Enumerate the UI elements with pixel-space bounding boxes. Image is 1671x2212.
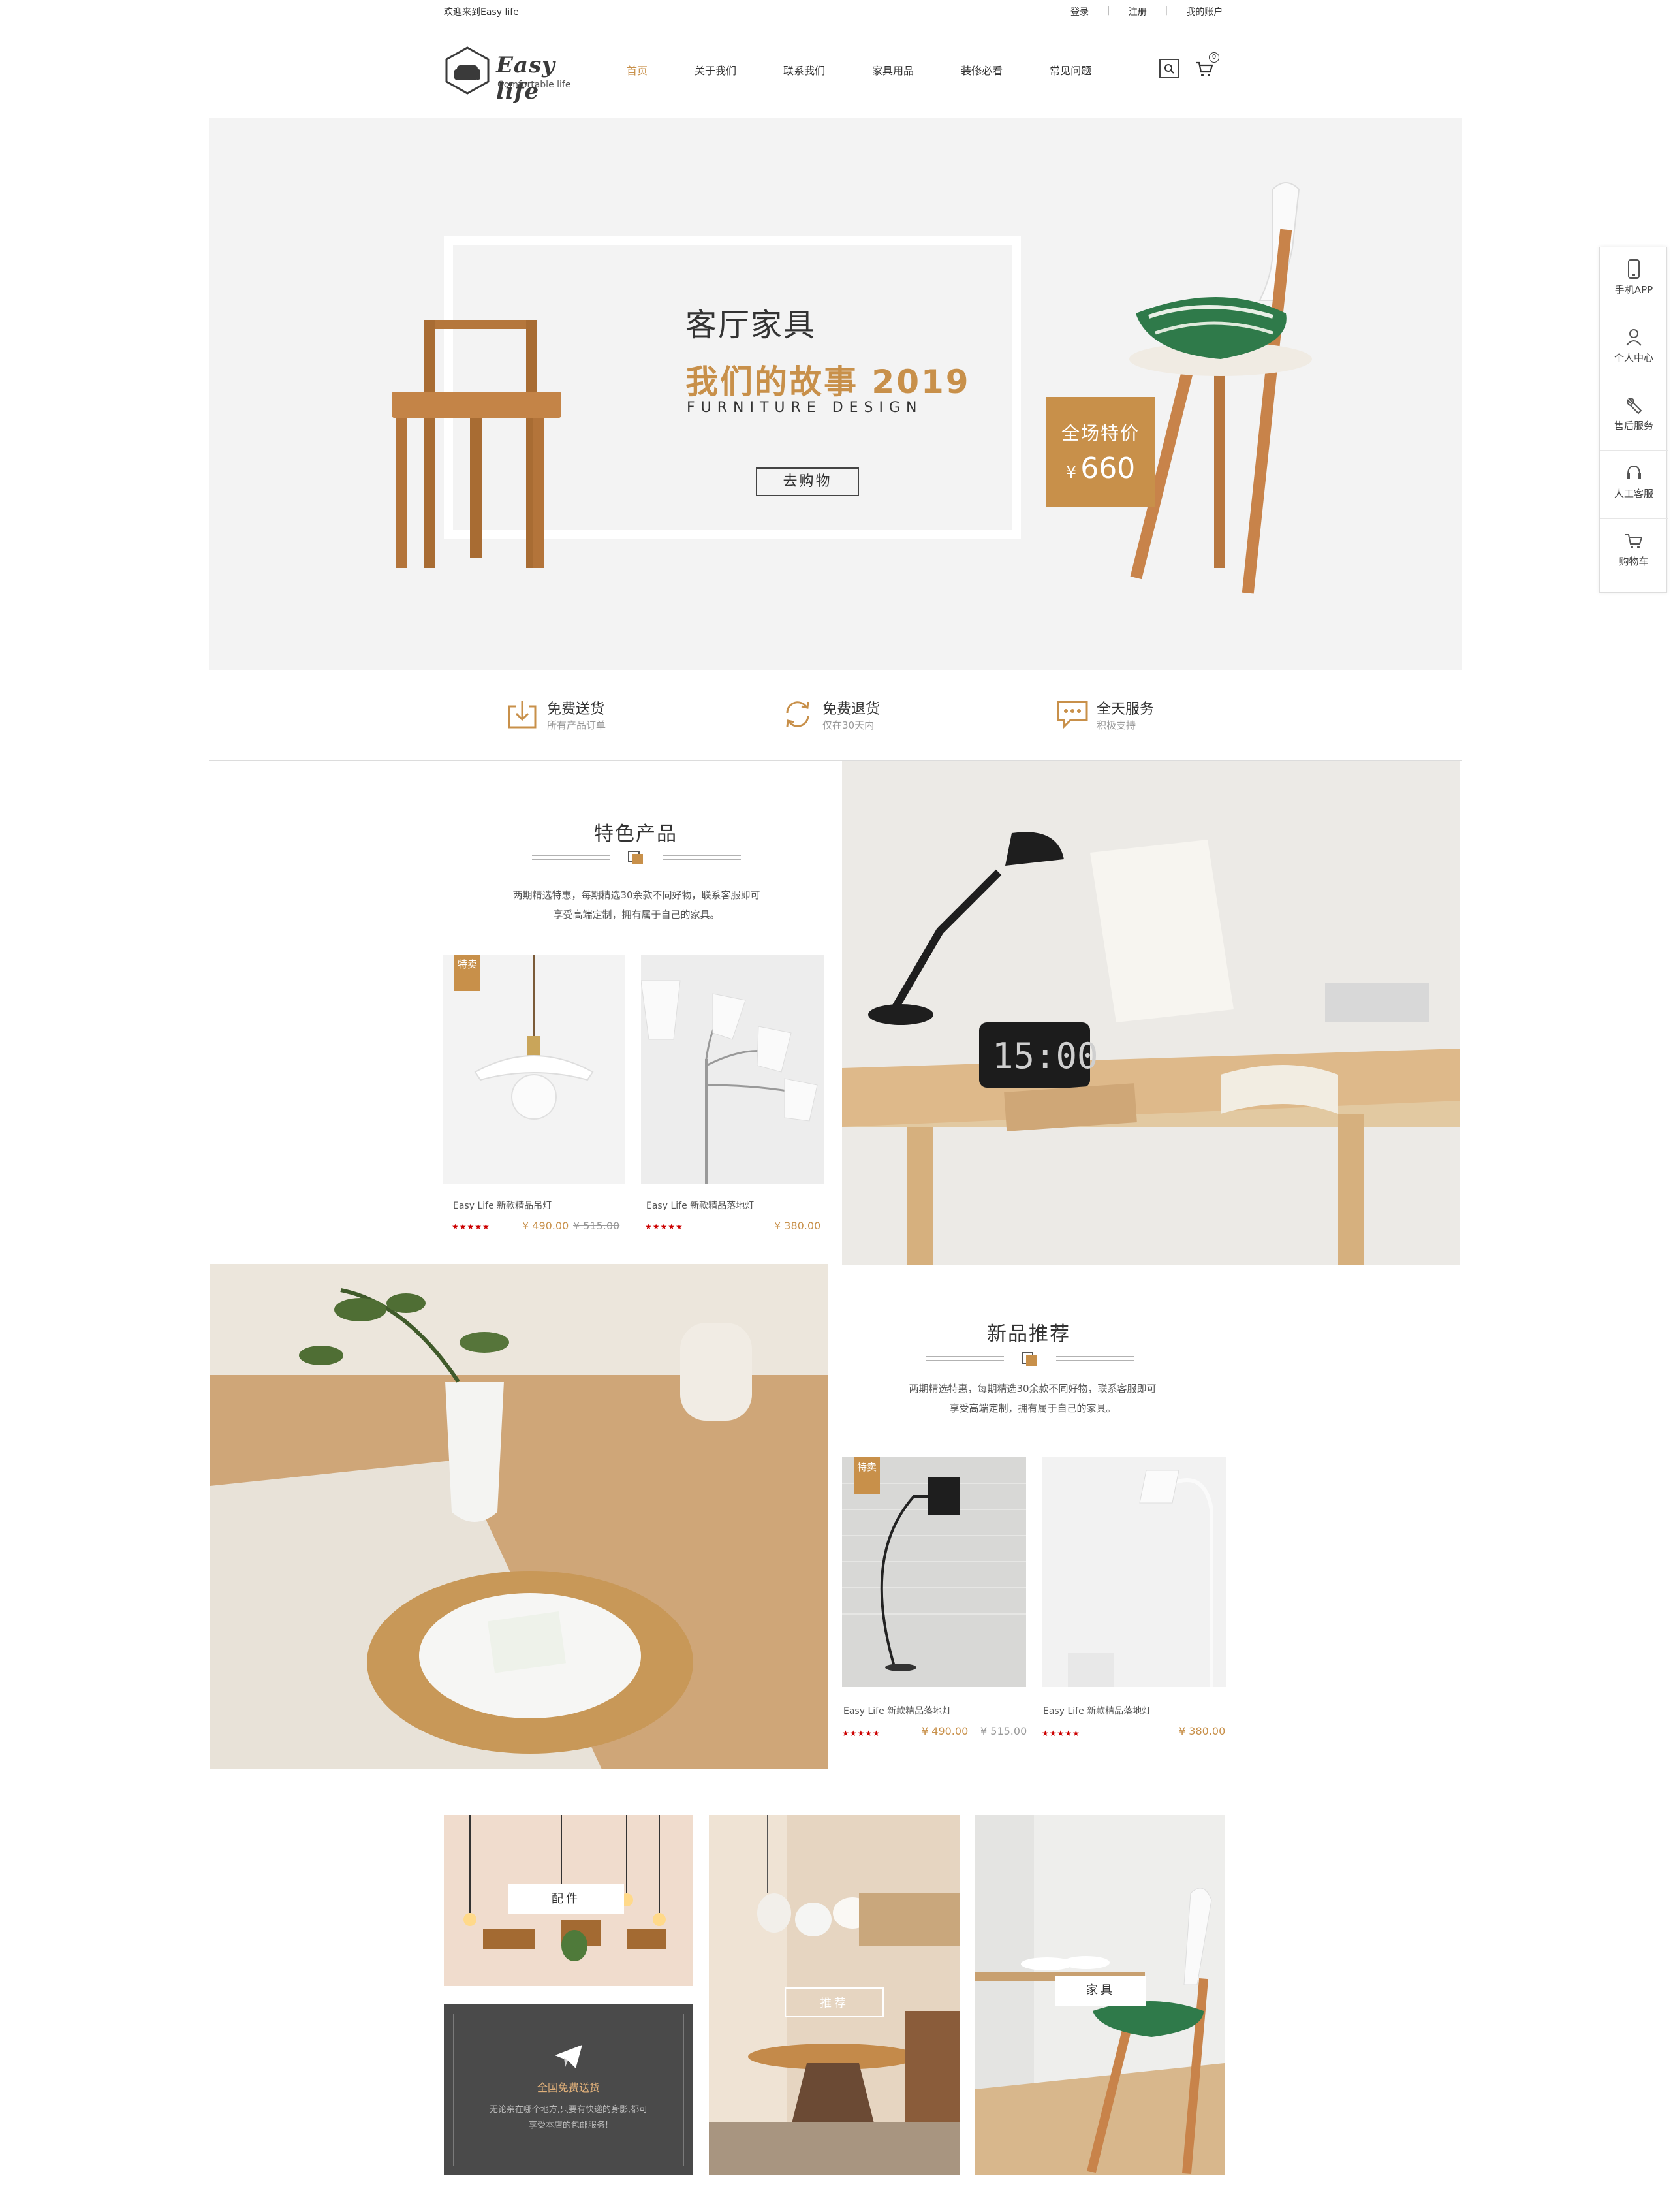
recommend-label[interactable]: 推荐 bbox=[785, 1987, 884, 2017]
nav-home[interactable]: 首页 bbox=[627, 62, 648, 78]
nav-furniture[interactable]: 家具用品 bbox=[872, 62, 914, 78]
account-link[interactable]: 我的账户 bbox=[1186, 5, 1223, 18]
product-name[interactable]: Easy Life 新款精品落地灯 bbox=[1043, 1704, 1151, 1717]
featured-title: 特色产品 bbox=[594, 823, 678, 845]
free-shipping-tile: 全国免费送货 无论亲在哪个地方,只要有快递的身影,都可 享受本店的包邮服务! bbox=[444, 2004, 693, 2175]
desk-scene-image: 15:00 bbox=[842, 761, 1460, 1265]
chat-icon bbox=[1057, 701, 1088, 729]
rating-stars: ★★★★★ bbox=[842, 1729, 881, 1738]
furniture-tile[interactable]: 家具 bbox=[975, 1815, 1225, 2175]
accessories-label[interactable]: 配件 bbox=[508, 1884, 624, 1914]
logo-sofa-icon bbox=[445, 46, 490, 95]
product-image[interactable]: 特卖 bbox=[443, 955, 625, 1184]
search-button[interactable] bbox=[1159, 59, 1179, 78]
hero-subtitle: FURNITURE DESIGN bbox=[687, 400, 923, 416]
promo-badge[interactable]: 全场特价 ¥660 bbox=[1046, 397, 1155, 507]
sale-tag: 特卖 bbox=[854, 1457, 880, 1494]
register-link[interactable]: 注册 bbox=[1129, 5, 1147, 18]
hero-banner: 客厅家具 我们的故事 2019 FURNITURE DESIGN 去购物 全场特… bbox=[209, 118, 1462, 670]
shipping-desc: 无论亲在哪个地方,只要有快递的身影,都可 享受本店的包邮服务! bbox=[489, 2105, 648, 2130]
feature-free-return: 免费退货 仅在30天内 bbox=[782, 696, 952, 733]
user-icon bbox=[1626, 329, 1642, 346]
shop-now-button[interactable]: 去购物 bbox=[756, 467, 859, 496]
furniture-label[interactable]: 家具 bbox=[1055, 1976, 1146, 2006]
nav-faq[interactable]: 常见问题 bbox=[1050, 62, 1091, 78]
rating-stars: ★★★★★ bbox=[452, 1222, 490, 1231]
svg-text:15:00: 15:00 bbox=[992, 1035, 1099, 1077]
product-price: ¥ 380.00 bbox=[774, 1220, 821, 1232]
product-name[interactable]: Easy Life 新款精品落地灯 bbox=[646, 1199, 754, 1212]
login-link[interactable]: 登录 bbox=[1070, 5, 1089, 18]
nav-decoration[interactable]: 装修必看 bbox=[961, 62, 1003, 78]
product-image[interactable]: 特卖 bbox=[842, 1457, 1026, 1687]
sidebar-item-support[interactable]: 人工客服 bbox=[1600, 451, 1668, 519]
product-price: ¥ 380.00 bbox=[1179, 1725, 1226, 1737]
download-box-icon bbox=[508, 701, 537, 729]
original-price: ¥ 515.00 bbox=[980, 1725, 1027, 1737]
sidebar-item-cart[interactable]: 购物车 bbox=[1600, 519, 1668, 587]
main-nav: 首页 关于我们 联系我们 家具用品 装修必看 常见问题 bbox=[627, 62, 1138, 78]
nav-contact[interactable]: 联系我们 bbox=[783, 62, 825, 78]
logo[interactable]: Easy life Comfortable life bbox=[444, 46, 601, 104]
phone-icon bbox=[1628, 259, 1640, 279]
search-icon bbox=[1164, 64, 1174, 74]
cart-count-badge: 0 bbox=[1209, 52, 1219, 63]
hero-headline: 我们的故事 2019 bbox=[685, 363, 971, 401]
promo-price: ¥660 bbox=[1065, 452, 1136, 485]
headset-icon bbox=[1627, 465, 1641, 479]
featured-desc: 两期精选特惠，每期精选30余款不同好物，联系客服即可 享受高端定制，拥有属于自己的… bbox=[512, 889, 760, 921]
promo-label: 全场特价 bbox=[1061, 422, 1140, 444]
separator: | bbox=[1164, 5, 1168, 16]
new-arrivals-title: 新品推荐 bbox=[987, 1323, 1070, 1346]
original-price: ¥ 515.00 bbox=[573, 1220, 620, 1232]
product-price: ¥ 490.00 bbox=[522, 1220, 569, 1232]
product-price: ¥ 490.00 bbox=[922, 1725, 969, 1737]
logo-subtitle: Comfortable life bbox=[497, 80, 571, 90]
cushion-chair-image bbox=[1129, 182, 1312, 594]
product-image[interactable] bbox=[641, 955, 824, 1184]
hero-title: 客厅家具 bbox=[685, 307, 817, 343]
sidebar-item-user[interactable]: 个人中心 bbox=[1600, 315, 1668, 383]
top-links: 登录 | 注册 | 我的账户 bbox=[1070, 5, 1223, 18]
new-arrivals-desc: 两期精选特惠，每期精选30余款不同好物，联系客服即可 享受高端定制，拥有属于自己的… bbox=[909, 1383, 1157, 1414]
recommend-tile[interactable]: 推荐 bbox=[709, 1815, 960, 2175]
separator: | bbox=[1107, 5, 1110, 16]
cart-icon bbox=[1625, 534, 1643, 548]
logo-title: Easy life bbox=[496, 52, 555, 104]
shipping-title: 全国免费送货 bbox=[537, 2081, 600, 2094]
accessories-tile[interactable]: 配件 bbox=[444, 1815, 693, 1986]
product-name[interactable]: Easy Life 新款精品吊灯 bbox=[453, 1199, 552, 1212]
title-ornament bbox=[926, 1352, 1134, 1366]
title-ornament bbox=[532, 851, 741, 864]
rating-stars: ★★★★★ bbox=[1042, 1729, 1080, 1738]
wooden-chair-image bbox=[392, 320, 561, 568]
welcome-text: 欢迎来到Easy life bbox=[444, 7, 519, 18]
feature-all-day-service: 全天服务 积极支持 bbox=[1056, 696, 1226, 733]
feature-free-delivery: 免费送货 所有产品订单 bbox=[507, 696, 676, 733]
sale-tag: 特卖 bbox=[454, 955, 480, 991]
paper-plane-icon bbox=[555, 2045, 582, 2068]
floating-sidebar: 手机APP 个人中心 售后服务 人工客服 购物车 bbox=[1599, 247, 1668, 593]
sidebar-item-app[interactable]: 手机APP bbox=[1600, 247, 1668, 315]
dining-scene-image bbox=[210, 1264, 828, 1769]
product-name[interactable]: Easy Life 新款精品落地灯 bbox=[843, 1704, 951, 1717]
cart-button[interactable]: 0 bbox=[1195, 52, 1219, 78]
wrench-icon bbox=[1627, 398, 1642, 415]
rating-stars: ★★★★★ bbox=[645, 1222, 683, 1231]
nav-about[interactable]: 关于我们 bbox=[695, 62, 736, 78]
sidebar-item-service[interactable]: 售后服务 bbox=[1600, 383, 1668, 451]
product-image[interactable] bbox=[1042, 1457, 1226, 1687]
refresh-icon bbox=[786, 701, 809, 727]
